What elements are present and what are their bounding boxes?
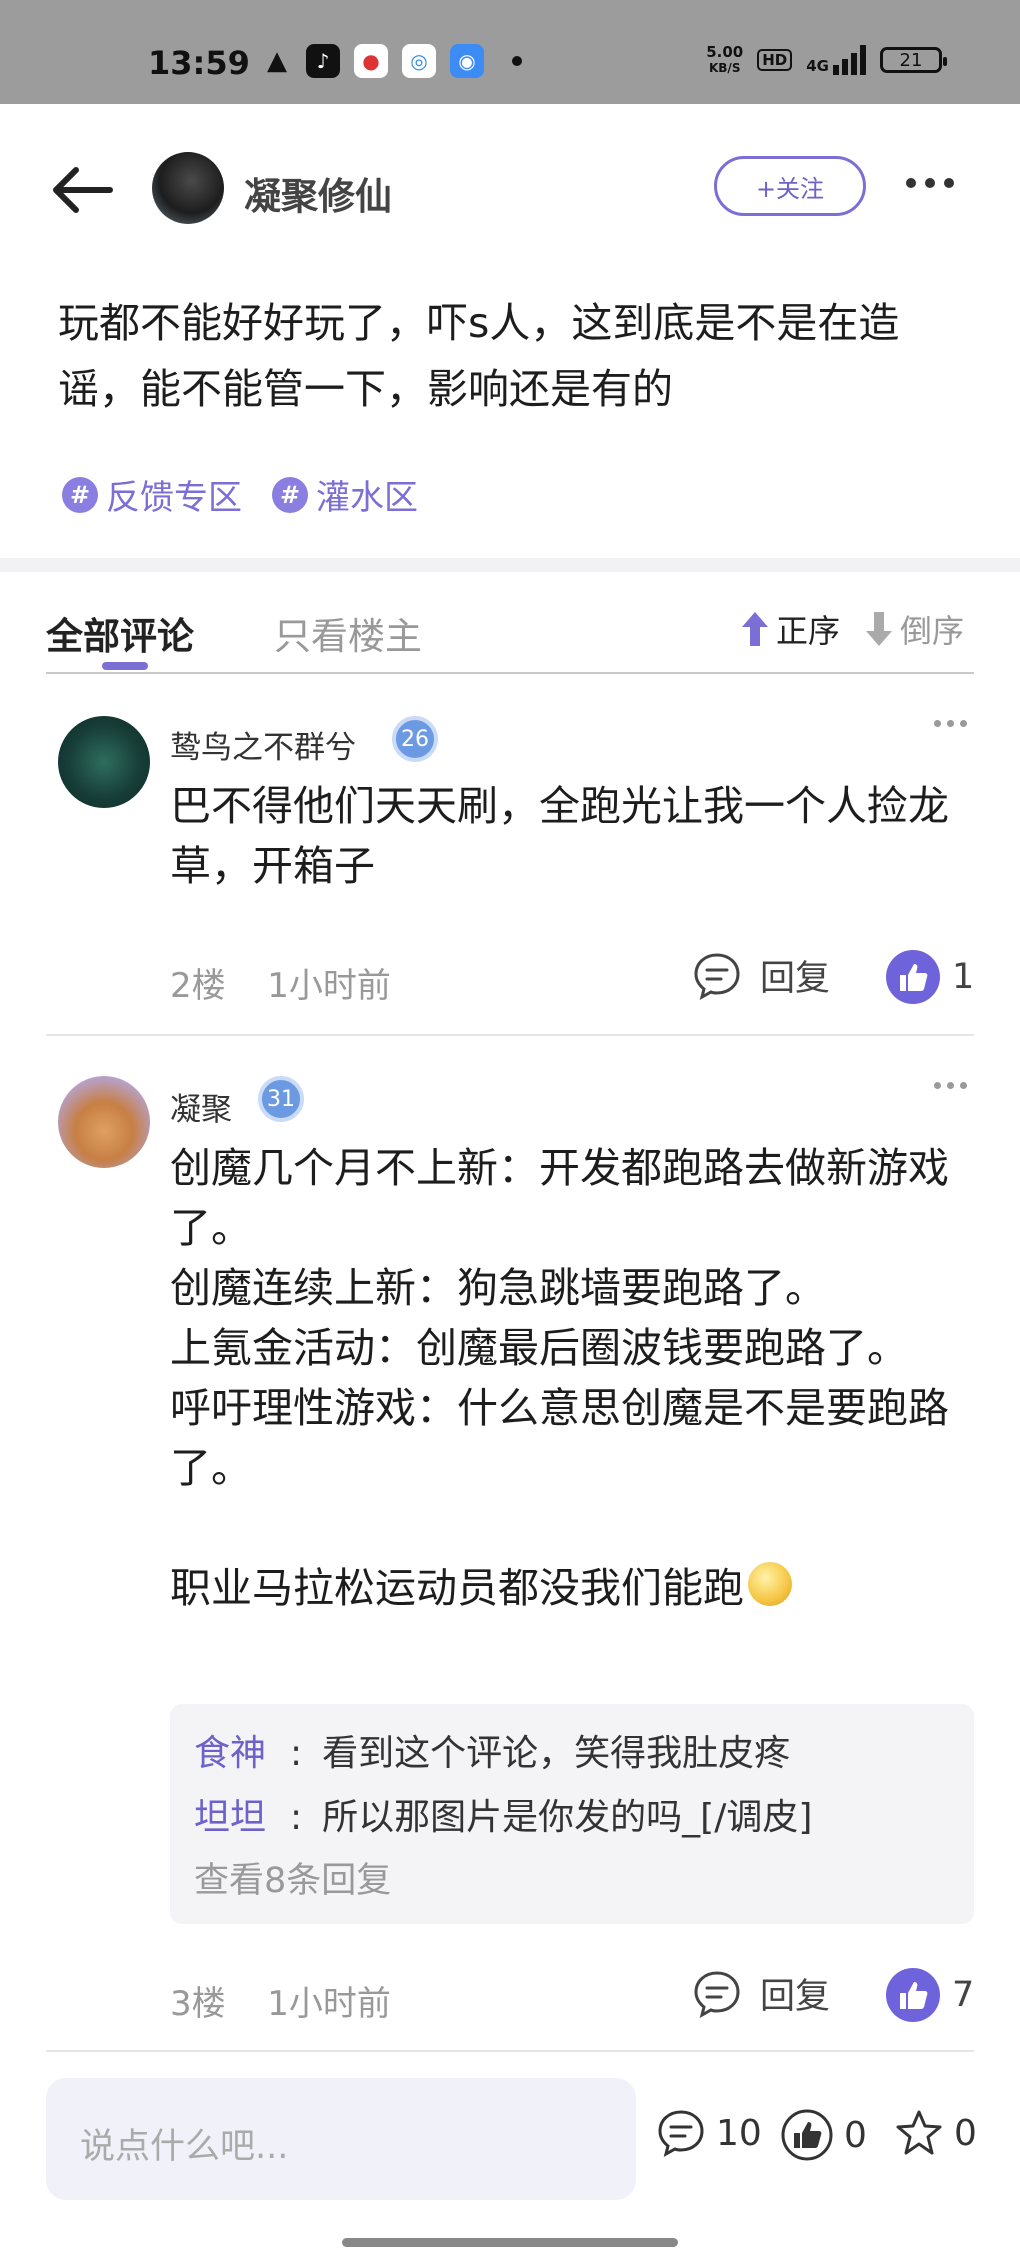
network-speed-value: 5.00	[706, 43, 744, 61]
favorite-count: 0	[954, 2112, 977, 2154]
reply-bubble-icon	[694, 952, 740, 1000]
thumbs-up-icon	[886, 1968, 940, 2022]
comment-divider	[46, 1034, 974, 1036]
avatar[interactable]	[58, 716, 150, 808]
comment-author[interactable]: 鸷鸟之不群兮	[170, 722, 356, 767]
section-divider	[0, 558, 1020, 572]
like-button[interactable]: 7	[886, 1968, 974, 2022]
sort-descending-label: 倒序	[900, 612, 965, 650]
tag-chat[interactable]: # 灌水区	[272, 470, 418, 519]
browser-app-icon: ◎	[402, 44, 436, 78]
reply-label: 回复	[760, 1977, 831, 2017]
comment-input-placeholder: 说点什么吧...	[80, 2127, 289, 2167]
reply-label: 回复	[760, 959, 831, 999]
favorite-button[interactable]: 0	[894, 2108, 977, 2158]
back-button[interactable]	[50, 160, 116, 220]
status-bar: 13:59 ▲ ♪ ● ◎ ◉ 5.00 KB/S HD 4G 21	[0, 0, 1020, 104]
tag-feedback[interactable]: # 反馈专区	[62, 470, 242, 519]
comment-tabs: 全部评论 只看楼主 正序 倒序	[46, 606, 974, 674]
comment-text: 巴不得他们天天刷，全跑光让我一个人捡龙草，开箱子	[170, 782, 949, 890]
floor-number: 2楼	[170, 966, 226, 1006]
thumbs-up-outline-icon	[781, 2109, 833, 2161]
comment-count: 10	[716, 2112, 762, 2154]
arrow-down-icon	[866, 612, 892, 646]
more-options-icon[interactable]	[906, 178, 954, 188]
tab-owner-only[interactable]: 只看楼主	[274, 606, 422, 660]
map-app-icon: ●	[354, 44, 388, 78]
network-type: 4G	[806, 57, 829, 75]
post-tags: # 反馈专区 # 灌水区	[62, 470, 418, 519]
sort-ascending-label: 正序	[776, 612, 841, 650]
hd-badge: HD	[757, 49, 793, 71]
comment-more-icon[interactable]	[934, 720, 967, 727]
comment-more-icon[interactable]	[934, 1082, 967, 1089]
cellular-signal-icon: 4G	[806, 45, 866, 75]
network-speed-unit: KB/S	[708, 61, 741, 75]
reply-bubble-icon	[694, 1970, 740, 2018]
comment-divider	[46, 2050, 974, 2052]
comment-input[interactable]: 说点什么吧...	[46, 2078, 636, 2200]
like-button[interactable]: 1	[886, 950, 974, 1004]
comment-author[interactable]: 凝聚	[170, 1084, 232, 1129]
sort-ascending-button[interactable]: 正序	[740, 606, 840, 652]
floor-number: 3楼	[170, 1984, 226, 2024]
author-name[interactable]: 凝聚修仙	[244, 166, 392, 220]
thumbs-up-icon	[886, 950, 940, 1004]
avatar[interactable]	[58, 1076, 150, 1168]
home-indicator[interactable]	[342, 2238, 678, 2247]
tag-label: 反馈专区	[106, 478, 242, 518]
bottom-action-bar: 说点什么吧... 10 0 0	[0, 2060, 1020, 2267]
sort-descending-button[interactable]: 倒序	[864, 606, 964, 652]
comment-bubble-icon	[658, 2110, 704, 2157]
post-body: 玩都不能好好玩了，吓s人，这到底是不是在造谣，能不能管一下，影响还是有的	[58, 299, 900, 413]
tab-all-comments[interactable]: 全部评论	[46, 606, 194, 660]
more-notifications-dot-icon	[512, 56, 522, 66]
post-like-button[interactable]: 0	[780, 2108, 867, 2162]
level-badge: 31	[258, 1076, 304, 1122]
star-icon	[896, 2110, 942, 2155]
like-count: 7	[952, 1975, 975, 2015]
app-header: 凝聚修仙 +关注	[0, 104, 1020, 264]
status-indicators: 5.00 KB/S HD 4G 21	[706, 44, 947, 76]
chat-app-icon: ◉	[450, 44, 484, 78]
author-avatar[interactable]	[152, 152, 224, 224]
warning-icon: ▲	[267, 46, 287, 76]
view-more-replies-link[interactable]: 查看8条回复	[194, 1852, 391, 1903]
sub-reply-author[interactable]: 食神	[194, 1733, 266, 1774]
battery-level: 21	[899, 49, 923, 71]
follow-button[interactable]: +关注	[714, 156, 866, 216]
comment-time: 1小时前	[267, 1984, 391, 2024]
hashtag-icon: #	[272, 476, 308, 513]
back-arrow-icon	[53, 167, 113, 213]
notification-icons: ▲ ♪ ● ◎ ◉	[262, 44, 522, 78]
network-speed: 5.00 KB/S	[706, 44, 743, 76]
comment-meta: 2楼 1小时前	[170, 958, 391, 1007]
sub-reply-text: 所以那图片是你发的吗_[/调皮]	[322, 1797, 813, 1838]
comments-button[interactable]: 10	[656, 2108, 762, 2158]
status-time: 13:59	[148, 44, 250, 82]
sub-reply[interactable]: 食神: 看到这个评论，笑得我肚皮疼	[194, 1724, 790, 1776]
sub-reply-author[interactable]: 坦坦	[194, 1797, 266, 1838]
comment-time: 1小时前	[267, 966, 391, 1006]
comment-text: 创魔几个月不上新：开发都跑路去做新游戏了。 创魔连续上新：狗急跳墙要跑路了。 上…	[170, 1138, 970, 1618]
reply-button[interactable]: 回复	[692, 1968, 830, 2019]
arrow-up-icon	[742, 612, 768, 646]
hashtag-icon: #	[62, 476, 98, 513]
level-badge: 26	[392, 716, 438, 762]
post-like-count: 0	[844, 2114, 867, 2156]
smile-emoji-icon	[748, 1562, 792, 1606]
tiktok-icon: ♪	[306, 44, 340, 78]
tag-label: 灌水区	[316, 478, 418, 518]
comment-meta: 3楼 1小时前	[170, 1976, 391, 2025]
active-tab-indicator	[102, 662, 148, 670]
battery-icon: 21	[880, 47, 947, 73]
sub-reply-text: 看到这个评论，笑得我肚皮疼	[322, 1733, 791, 1774]
sub-reply[interactable]: 坦坦: 所以那图片是你发的吗_[/调皮]	[194, 1788, 812, 1840]
reply-button[interactable]: 回复	[692, 950, 830, 1001]
comment-text-content: 创魔几个月不上新：开发都跑路去做新游戏了。 创魔连续上新：狗急跳墙要跑路了。 上…	[170, 1144, 949, 1612]
like-count: 1	[952, 957, 975, 997]
sub-replies[interactable]: 食神: 看到这个评论，笑得我肚皮疼 坦坦: 所以那图片是你发的吗_[/调皮] 查看8…	[170, 1704, 974, 1924]
